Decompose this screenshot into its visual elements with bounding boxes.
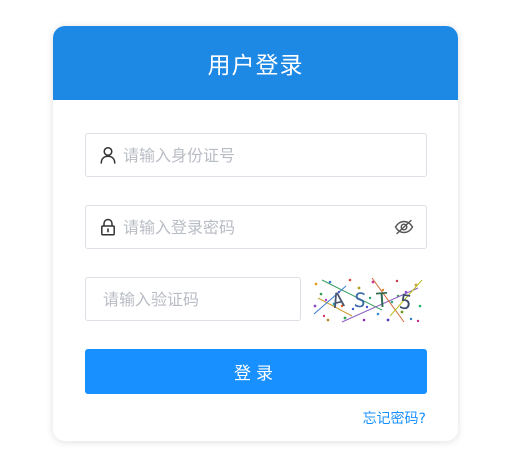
login-button[interactable]: 登录 (85, 349, 427, 394)
eye-off-icon[interactable] (394, 219, 414, 235)
password-field[interactable] (85, 205, 427, 249)
page-title: 用户登录 (207, 53, 304, 79)
captcha-image[interactable]: A S T 5 (312, 276, 424, 324)
card-header: 用户登录 (53, 26, 458, 100)
login-card: 用户登录 请输入身份证号 请输入验证码 A S T 5 登录 忘记密码? (53, 26, 458, 441)
idcard-field[interactable] (85, 133, 427, 177)
user-icon (100, 146, 116, 164)
forgot-password-link[interactable]: 忘记密码? (363, 408, 426, 428)
idcard-input[interactable] (123, 134, 426, 176)
captcha-field[interactable] (85, 277, 303, 321)
captcha-char: T (375, 288, 389, 313)
password-input[interactable] (123, 206, 394, 248)
captcha-input[interactable] (86, 278, 303, 320)
lock-icon (100, 218, 116, 236)
captcha-char: S (353, 287, 367, 312)
